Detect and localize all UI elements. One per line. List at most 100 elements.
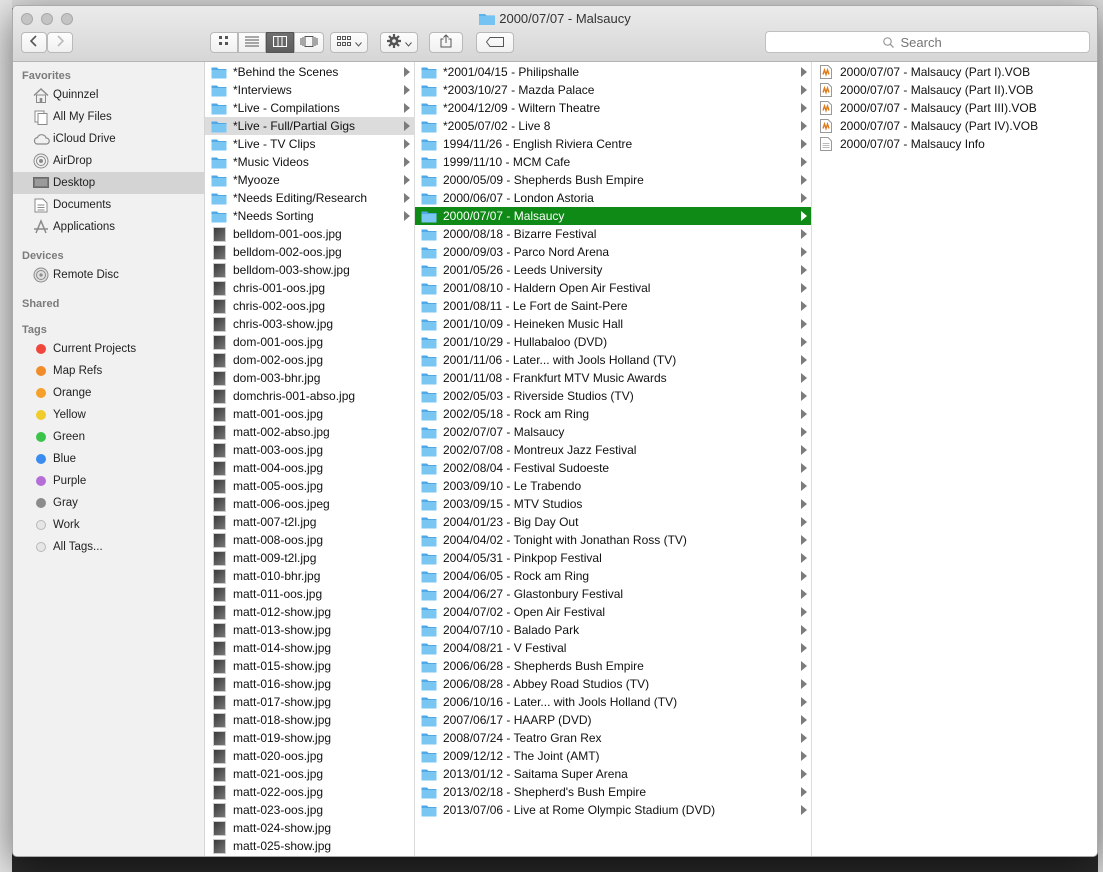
sidebar-item-map-refs[interactable]: Map Refs [13, 360, 204, 382]
list-item[interactable]: 2000/09/03 - Parco Nord Arena [415, 243, 811, 261]
list-item[interactable]: 2013/02/18 - Shepherd's Bush Empire [415, 783, 811, 801]
list-item[interactable]: 2000/07/07 - Malsaucy (Part II).VOB [812, 81, 1097, 99]
title-bar[interactable]: 2000/07/07 - Malsaucy [13, 6, 1097, 62]
list-item[interactable]: chris-002-oos.jpg [205, 297, 414, 315]
list-item[interactable]: 2002/08/04 - Festival Sudoeste [415, 459, 811, 477]
list-item[interactable]: 2000/07/07 - Malsaucy Info [812, 135, 1097, 153]
list-item[interactable]: matt-010-bhr.jpg [205, 567, 414, 585]
list-item[interactable]: dom-002-oos.jpg [205, 351, 414, 369]
list-item[interactable]: chris-003-show.jpg [205, 315, 414, 333]
cover-flow-button[interactable] [294, 32, 324, 53]
list-item[interactable]: 2001/11/08 - Frankfurt MTV Music Awards [415, 369, 811, 387]
list-item[interactable]: matt-012-show.jpg [205, 603, 414, 621]
list-item[interactable]: matt-022-oos.jpg [205, 783, 414, 801]
list-item[interactable]: matt-005-oos.jpg [205, 477, 414, 495]
list-item[interactable]: 2009/12/12 - The Joint (AMT) [415, 747, 811, 765]
list-item[interactable]: 2001/10/09 - Heineken Music Hall [415, 315, 811, 333]
list-item[interactable]: matt-019-show.jpg [205, 729, 414, 747]
action-button[interactable] [380, 32, 418, 53]
list-item[interactable]: 2004/04/02 - Tonight with Jonathan Ross … [415, 531, 811, 549]
list-item[interactable]: matt-002-abso.jpg [205, 423, 414, 441]
list-item[interactable]: matt-014-show.jpg [205, 639, 414, 657]
list-item[interactable]: 2006/06/28 - Shepherds Bush Empire [415, 657, 811, 675]
list-item[interactable]: 2000/07/07 - Malsaucy (Part IV).VOB [812, 117, 1097, 135]
sidebar-item-desktop[interactable]: Desktop [13, 172, 204, 194]
arrange-button[interactable] [330, 32, 368, 53]
share-button[interactable] [429, 32, 463, 53]
list-item[interactable]: *Music Videos [205, 153, 414, 171]
sidebar-item-orange[interactable]: Orange [13, 382, 204, 404]
list-item[interactable]: domchris-001-abso.jpg [205, 387, 414, 405]
search-input[interactable] [898, 33, 973, 51]
list-item[interactable]: 2004/07/10 - Balado Park [415, 621, 811, 639]
list-item[interactable]: 2004/01/23 - Big Day Out [415, 513, 811, 531]
list-item[interactable]: 2001/08/10 - Haldern Open Air Festival [415, 279, 811, 297]
list-item[interactable]: 2008/07/24 - Teatro Gran Rex [415, 729, 811, 747]
list-item[interactable]: 1994/11/26 - English Riviera Centre [415, 135, 811, 153]
list-item[interactable]: 2003/09/10 - Le Trabendo [415, 477, 811, 495]
list-item[interactable]: dom-003-bhr.jpg [205, 369, 414, 387]
list-item[interactable]: 2000/06/07 - London Astoria [415, 189, 811, 207]
list-item[interactable]: 2000/07/07 - Malsaucy (Part I).VOB [812, 63, 1097, 81]
list-item[interactable]: matt-003-oos.jpg [205, 441, 414, 459]
list-item[interactable]: 2001/11/06 - Later... with Jools Holland… [415, 351, 811, 369]
list-item[interactable]: 2013/07/06 - Live at Rome Olympic Stadiu… [415, 801, 811, 819]
list-item[interactable]: 2000/07/07 - Malsaucy [415, 207, 811, 225]
list-item[interactable]: matt-007-t2l.jpg [205, 513, 414, 531]
list-view-button[interactable] [238, 32, 266, 53]
list-item[interactable]: *Live - Full/Partial Gigs [205, 117, 414, 135]
sidebar-item-green[interactable]: Green [13, 426, 204, 448]
forward-button[interactable] [47, 32, 73, 53]
list-item[interactable]: matt-023-oos.jpg [205, 801, 414, 819]
sidebar-item-all-my-files[interactable]: All My Files [13, 106, 204, 128]
list-item[interactable]: matt-008-oos.jpg [205, 531, 414, 549]
list-item[interactable]: 2006/08/28 - Abbey Road Studios (TV) [415, 675, 811, 693]
list-item[interactable]: 2001/08/11 - Le Fort de Saint-Pere [415, 297, 811, 315]
list-item[interactable]: 2000/05/09 - Shepherds Bush Empire [415, 171, 811, 189]
sidebar-item-airdrop[interactable]: AirDrop [13, 150, 204, 172]
list-item[interactable]: 2013/01/12 - Saitama Super Arena [415, 765, 811, 783]
edit-tags-button[interactable] [476, 32, 514, 53]
list-item[interactable]: matt-015-show.jpg [205, 657, 414, 675]
list-item[interactable]: *2001/04/15 - Philipshalle [415, 63, 811, 81]
list-item[interactable]: 2002/07/08 - Montreux Jazz Festival [415, 441, 811, 459]
column-2[interactable]: *2001/04/15 - Philipshalle *2003/10/27 - … [415, 62, 812, 856]
list-item[interactable]: matt-004-oos.jpg [205, 459, 414, 477]
sidebar-item-applications[interactable]: Applications [13, 216, 204, 238]
list-item[interactable]: 2001/05/26 - Leeds University [415, 261, 811, 279]
list-item[interactable]: 2004/07/02 - Open Air Festival [415, 603, 811, 621]
list-item[interactable]: matt-020-oos.jpg [205, 747, 414, 765]
list-item[interactable]: belldom-003-show.jpg [205, 261, 414, 279]
list-item[interactable]: matt-021-oos.jpg [205, 765, 414, 783]
sidebar-item-documents[interactable]: Documents [13, 194, 204, 216]
list-item[interactable]: dom-001-oos.jpg [205, 333, 414, 351]
list-item[interactable]: matt-009-t2l.jpg [205, 549, 414, 567]
sidebar-item-purple[interactable]: Purple [13, 470, 204, 492]
list-item[interactable]: 2001/10/29 - Hullabaloo (DVD) [415, 333, 811, 351]
list-item[interactable]: matt-025-show.jpg [205, 837, 414, 855]
list-item[interactable]: 1999/11/10 - MCM Cafe [415, 153, 811, 171]
icon-view-button[interactable] [210, 32, 238, 53]
sidebar-item-remote-disc[interactable]: Remote Disc [13, 264, 204, 286]
list-item[interactable]: *Interviews [205, 81, 414, 99]
list-item[interactable]: *Needs Sorting [205, 207, 414, 225]
sidebar-item-yellow[interactable]: Yellow [13, 404, 204, 426]
list-item[interactable]: *Myooze [205, 171, 414, 189]
sidebar-item-blue[interactable]: Blue [13, 448, 204, 470]
list-item[interactable]: chris-001-oos.jpg [205, 279, 414, 297]
list-item[interactable]: 2004/08/21 - V Festival [415, 639, 811, 657]
list-item[interactable]: 2006/10/16 - Later... with Jools Holland… [415, 693, 811, 711]
list-item[interactable]: 2000/08/18 - Bizarre Festival [415, 225, 811, 243]
list-item[interactable]: 2004/06/27 - Glastonbury Festival [415, 585, 811, 603]
list-item[interactable]: 2000/07/07 - Malsaucy (Part III).VOB [812, 99, 1097, 117]
list-item[interactable]: 2007/06/17 - HAARP (DVD) [415, 711, 811, 729]
list-item[interactable]: matt-016-show.jpg [205, 675, 414, 693]
list-item[interactable]: matt-001-oos.jpg [205, 405, 414, 423]
sidebar-item-all-tags[interactable]: All Tags... [13, 536, 204, 558]
list-item[interactable]: *Needs Editing/Research [205, 189, 414, 207]
back-button[interactable] [21, 32, 47, 53]
sidebar-item-icloud-drive[interactable]: iCloud Drive [13, 128, 204, 150]
column-1[interactable]: *Behind the Scenes *Interviews *Live - Com… [205, 62, 415, 856]
list-item[interactable]: matt-018-show.jpg [205, 711, 414, 729]
list-item[interactable]: 2004/06/05 - Rock am Ring [415, 567, 811, 585]
